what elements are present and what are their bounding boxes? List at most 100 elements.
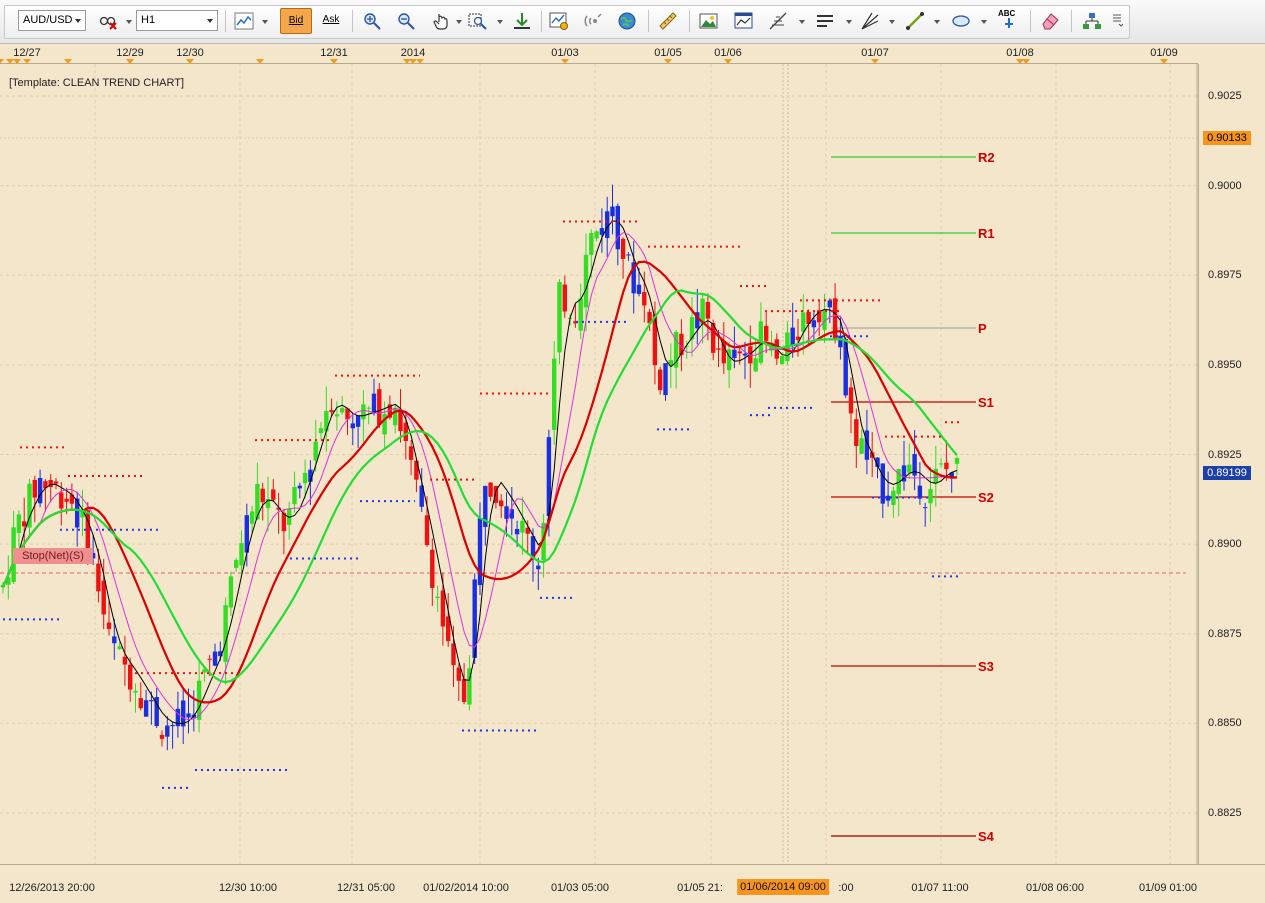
time-label: 01/06 [714, 47, 742, 59]
candlestick-chart[interactable]: R2 R1 P S1 S2 S3 S4 [0, 64, 1198, 864]
candle-body [424, 515, 430, 546]
ask-button[interactable]: Ask [316, 8, 346, 34]
time-label: 01/08 [1006, 47, 1034, 59]
stop-order-label[interactable]: Stop(Net)(S) [13, 548, 93, 564]
bottom-time-axis[interactable]: 12/26/2013 20:00 12/30 10:00 12/31 05:00 01… [0, 864, 1265, 903]
candle-body [562, 284, 567, 312]
timeframe-value: H1 [141, 14, 156, 26]
candle-body [636, 284, 642, 294]
symbol-select[interactable]: AUD/USD [18, 10, 86, 31]
candle-body [848, 387, 854, 414]
chevron-down-icon[interactable] [126, 20, 132, 24]
candle-body [514, 528, 520, 535]
chart-properties-button[interactable] [546, 8, 572, 34]
chevron-down-icon[interactable] [846, 20, 852, 24]
time-label: 12/29 [116, 47, 144, 59]
candle-body [716, 348, 721, 350]
chevron-down-icon[interactable] [456, 20, 462, 24]
ellipse-tool-button[interactable] [948, 8, 974, 34]
candle-body [461, 678, 467, 702]
bid-button[interactable]: Bid [280, 8, 312, 34]
template-label: [Template: CLEAN TREND CHART] [9, 77, 185, 89]
candle-body [128, 664, 133, 690]
price-chart[interactable]: R2 R1 P S1 S2 S3 S4 [0, 64, 1198, 864]
candle-body [620, 238, 626, 259]
candle-body [143, 700, 149, 717]
time-label: 12/27 [13, 47, 41, 59]
chevron-down-icon [207, 19, 213, 23]
chart-type-button[interactable] [231, 8, 257, 34]
candle-body [329, 410, 334, 413]
time-label: 01/03 05:00 [550, 882, 610, 894]
candle-body [652, 314, 658, 366]
candle-body [499, 500, 504, 507]
chevron-down-icon[interactable] [889, 20, 895, 24]
candle-body [149, 700, 154, 702]
hand-tool-button[interactable] [428, 8, 454, 34]
hierarchy-icon [1083, 13, 1101, 29]
chevron-down-icon[interactable] [799, 20, 805, 24]
pivot-label-s2: S2 [978, 490, 994, 505]
pivot-label-r2: R2 [978, 150, 995, 165]
ruler-icon [659, 12, 677, 30]
candle-body [408, 446, 414, 460]
add-image-button[interactable] [696, 8, 722, 34]
ruler-button[interactable] [655, 8, 681, 34]
object-list-button[interactable] [1079, 8, 1105, 34]
lines-tool-button[interactable] [812, 8, 838, 34]
chevron-down-icon[interactable] [497, 20, 503, 24]
candle-body [854, 419, 859, 446]
candle-body [440, 590, 446, 627]
menu-icon [1113, 14, 1124, 27]
candle-body [552, 358, 557, 430]
candle-body [827, 300, 832, 308]
candle-body [249, 511, 255, 524]
candle-body [207, 658, 212, 660]
zoom-in-button[interactable] [359, 8, 385, 34]
text-tool-button[interactable]: ABC [996, 8, 1022, 34]
chart-toolbar: AUD/USD H1 Bid Ask ABC [0, 0, 1265, 44]
indicator-remove-button[interactable] [95, 8, 121, 34]
timeframe-select[interactable]: H1 [136, 10, 218, 31]
candle-body [138, 698, 143, 709]
candle-body [764, 325, 769, 341]
ellipse-icon [952, 15, 970, 27]
zoom-rectangle-button[interactable] [465, 8, 491, 34]
toolbar-divider [689, 10, 690, 32]
pivot-label-s3: S3 [978, 659, 994, 674]
candle-body [705, 301, 711, 319]
time-label: 01/09 [1150, 47, 1178, 59]
price-label: 0.8825 [1208, 807, 1242, 819]
new-chart-window-button[interactable] [731, 8, 757, 34]
chevron-down-icon[interactable] [981, 20, 987, 24]
auto-scroll-button[interactable] [509, 8, 535, 34]
candle-body [313, 441, 318, 461]
candle-body [112, 636, 117, 644]
candle-body [838, 335, 843, 348]
candle-body [923, 507, 928, 509]
candle-body [377, 389, 382, 425]
toolbar-divider [541, 10, 542, 32]
time-label: 12/31 05:00 [336, 882, 396, 894]
toolbar-menu-button[interactable] [1111, 8, 1125, 34]
zoom-out-button[interactable] [393, 8, 419, 34]
price-axis[interactable]: 0.9025 0.9000 0.8975 0.8950 0.8925 0.8900 0.88… [1198, 64, 1265, 864]
time-label: 12/31 [320, 47, 348, 59]
candle-body [594, 231, 599, 239]
pivot-label-p: P [978, 321, 987, 336]
candle-body [170, 724, 175, 727]
drawing-tools-button[interactable] [765, 8, 791, 34]
candle-body [32, 479, 37, 498]
indicators-button[interactable] [580, 8, 606, 34]
candle-body [430, 549, 435, 588]
top-time-axis: 12/27 12/29 12/30 12/31 2014 01/03 01/05 01/06 0… [0, 44, 1198, 64]
price-label: 0.8950 [1208, 358, 1242, 371]
channel-tool-button[interactable] [857, 8, 883, 34]
market-overview-button[interactable] [614, 8, 640, 34]
price-label: 0.8850 [1208, 717, 1242, 730]
trendline-tool-button[interactable] [902, 8, 928, 34]
candle-body [302, 472, 308, 484]
chevron-down-icon[interactable] [262, 20, 268, 24]
chevron-down-icon[interactable] [934, 20, 940, 24]
eraser-button[interactable] [1037, 8, 1063, 34]
